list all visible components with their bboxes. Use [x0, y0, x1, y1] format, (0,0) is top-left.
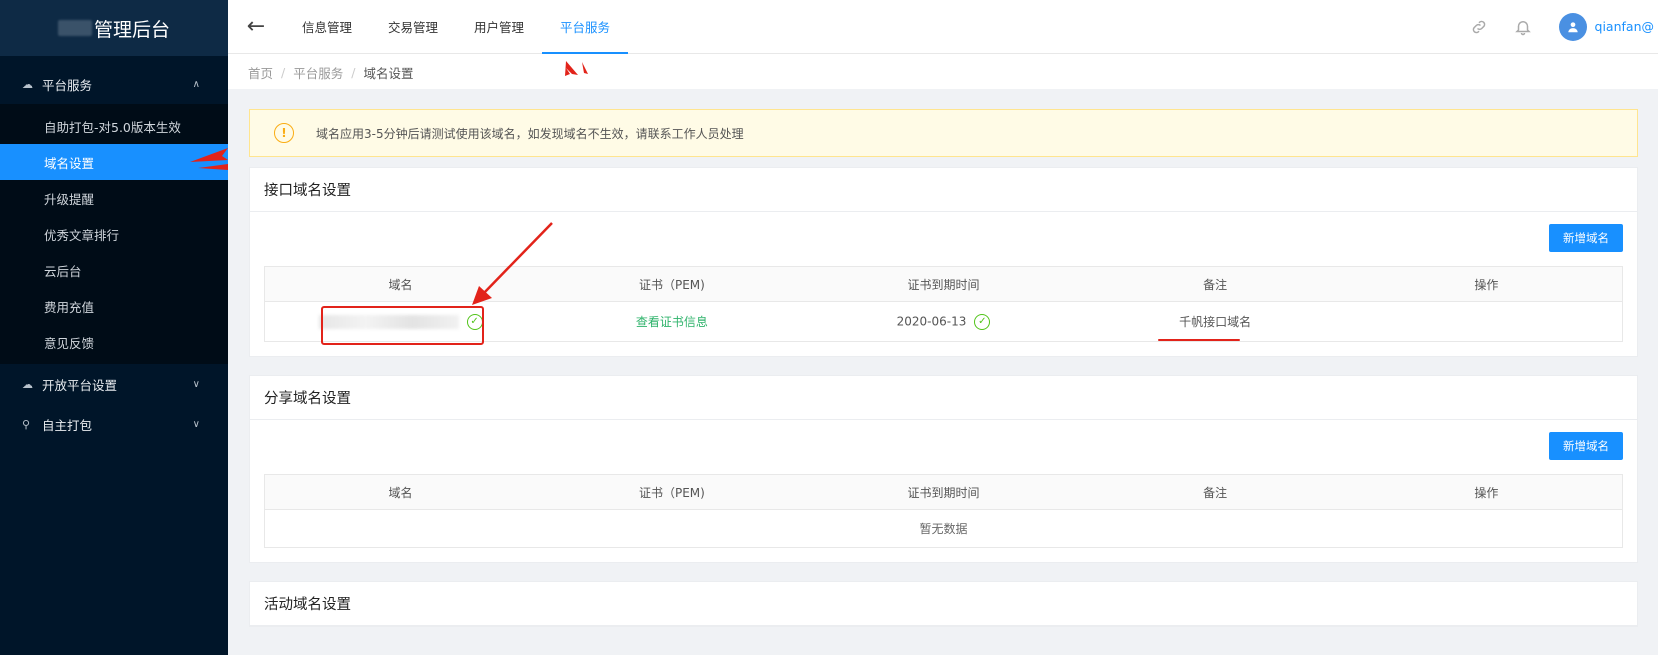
card-title: 活动域名设置 — [250, 582, 1637, 626]
expiry-date: 2020-06-13 — [896, 314, 967, 328]
chevron-down-icon: ∨ — [192, 378, 200, 390]
chevron-up-icon: ∧ — [192, 78, 200, 90]
add-domain-button[interactable]: 新增域名 — [1549, 224, 1623, 252]
empty-state-text: 暂无数据 — [919, 522, 968, 536]
sidebar: 管理后台 ☁ 平台服务 ∧ 自助打包-对5.0版本生效 域名设置 升级提醒 优秀… — [0, 0, 228, 655]
view-cert-link[interactable]: 查看证书信息 — [636, 315, 708, 329]
check-circle-icon: ✓ — [974, 313, 991, 330]
column-header-domain: 域名 — [264, 266, 537, 302]
nav-tabs: 信息管理 交易管理 用户管理 平台服务 — [284, 0, 629, 54]
sidebar-item-self-packaging[interactable]: 自助打包-对5.0版本生效 — [0, 108, 228, 144]
warning-icon: ! — [274, 123, 294, 143]
tab-label: 交易管理 — [388, 20, 439, 35]
tab-label: 用户管理 — [474, 20, 525, 35]
sidebar-item-cloud-backend[interactable]: 云后台 — [0, 252, 228, 288]
breadcrumb-separator: / — [281, 64, 286, 80]
sidebar-item-label: 优秀文章排行 — [44, 227, 120, 243]
menu-group-label: 平台服务 — [42, 77, 93, 93]
tab-platform-service[interactable]: 平台服务 — [542, 0, 629, 54]
share-domain-card: 分享域名设置 新增域名 域名 证书（PEM) 证书到期时间 备注 操作 暂无数据 — [249, 375, 1638, 563]
activity-domain-card: 活动域名设置 — [249, 581, 1638, 627]
note-cell: 千帆接口域名 — [1079, 302, 1351, 342]
menu-group-self-packaging[interactable]: ⚲ 自主打包 ∨ — [0, 404, 228, 444]
annotation-highlight-box — [321, 306, 484, 345]
add-domain-button[interactable]: 新增域名 — [1549, 432, 1623, 460]
sidebar-item-domain-settings[interactable]: 域名设置 — [0, 144, 228, 180]
share-domain-table: 域名 证书（PEM) 证书到期时间 备注 操作 暂无数据 — [264, 474, 1623, 548]
action-cell — [1351, 302, 1623, 342]
menu-group-platform-service[interactable]: ☁ 平台服务 ∧ — [0, 64, 228, 104]
link-icon[interactable] — [1457, 18, 1501, 36]
column-header-domain: 域名 — [264, 474, 537, 510]
breadcrumb-current: 域名设置 — [363, 65, 414, 81]
breadcrumb: 首页 / 平台服务 / 域名设置 — [228, 55, 1658, 89]
bell-icon[interactable] — [1501, 18, 1545, 36]
annotation-underline — [1158, 339, 1240, 341]
cert-cell: 查看证书信息 — [536, 302, 808, 342]
card-title: 接口域名设置 — [250, 168, 1637, 212]
sidebar-item-label: 费用充值 — [44, 299, 95, 315]
column-header-note: 备注 — [1079, 266, 1351, 302]
warning-alert: ! 域名应用3-5分钟后请测试使用该域名，如发现域名不生效，请联系工作人员处理 — [249, 109, 1638, 157]
tab-info-management[interactable]: 信息管理 — [284, 0, 370, 54]
breadcrumb-separator: / — [351, 64, 356, 80]
brand-logo[interactable]: 管理后台 — [0, 0, 228, 56]
tab-label: 信息管理 — [302, 20, 353, 35]
column-header-action: 操作 — [1350, 266, 1623, 302]
sidebar-item-article-ranking[interactable]: 优秀文章排行 — [0, 216, 228, 252]
brand-blurred-name — [57, 20, 92, 36]
submenu-platform-service: 自助打包-对5.0版本生效 域名设置 升级提醒 优秀文章排行 云后台 费用充值 … — [0, 104, 228, 364]
tab-user-management[interactable]: 用户管理 — [456, 0, 542, 54]
cloud-icon: ☁ — [22, 377, 33, 391]
brand-title: 管理后台 — [93, 18, 170, 41]
menu-group-label: 开放平台设置 — [42, 377, 118, 393]
header-actions: qianfan@ — [1457, 0, 1658, 54]
sidebar-item-label: 升级提醒 — [44, 191, 95, 207]
column-header-note: 备注 — [1079, 474, 1351, 510]
tab-label: 平台服务 — [560, 20, 611, 35]
sidebar-item-recharge[interactable]: 费用充值 — [0, 288, 228, 324]
sidebar-item-upgrade-reminder[interactable]: 升级提醒 — [0, 180, 228, 216]
column-header-action: 操作 — [1350, 474, 1623, 510]
column-header-expiry: 证书到期时间 — [807, 266, 1080, 302]
breadcrumb-platform-service[interactable]: 平台服务 — [293, 63, 343, 82]
card-title: 分享域名设置 — [250, 376, 1637, 420]
avatar[interactable] — [1558, 12, 1587, 41]
username-link[interactable]: qianfan@ — [1595, 19, 1654, 34]
sidebar-item-label: 自助打包-对5.0版本生效 — [44, 119, 181, 135]
tab-trade-management[interactable]: 交易管理 — [370, 0, 456, 54]
sidebar-item-label: 云后台 — [44, 263, 82, 279]
sidebar-item-label: 意见反馈 — [44, 335, 95, 351]
menu-group-label: 自主打包 — [42, 417, 93, 433]
back-arrow-icon[interactable]: ← — [228, 0, 284, 54]
note-text: 千帆接口域名 — [1179, 315, 1252, 329]
column-header-expiry: 证书到期时间 — [807, 474, 1080, 510]
main-content: ! 域名应用3-5分钟后请测试使用该域名，如发现域名不生效，请联系工作人员处理 … — [228, 89, 1658, 655]
column-header-cert: 证书（PEM) — [536, 474, 808, 510]
breadcrumb-home[interactable]: 首页 — [248, 63, 273, 82]
cloud-icon: ☁ — [22, 77, 33, 91]
alert-text: 域名应用3-5分钟后请测试使用该域名，如发现域名不生效，请联系工作人员处理 — [316, 126, 744, 141]
menu-group-open-platform[interactable]: ☁ 开放平台设置 ∨ — [0, 364, 228, 404]
chevron-down-icon: ∨ — [192, 418, 200, 430]
user-icon: ⚲ — [22, 417, 31, 431]
sidebar-item-feedback[interactable]: 意见反馈 — [0, 324, 228, 360]
top-navigation: ← 信息管理 交易管理 用户管理 平台服务 qianfan@ — [228, 0, 1658, 54]
expiry-cell: 2020-06-13 ✓ — [808, 302, 1080, 342]
sidebar-item-label: 域名设置 — [44, 155, 95, 171]
column-header-cert: 证书（PEM) — [536, 266, 808, 302]
